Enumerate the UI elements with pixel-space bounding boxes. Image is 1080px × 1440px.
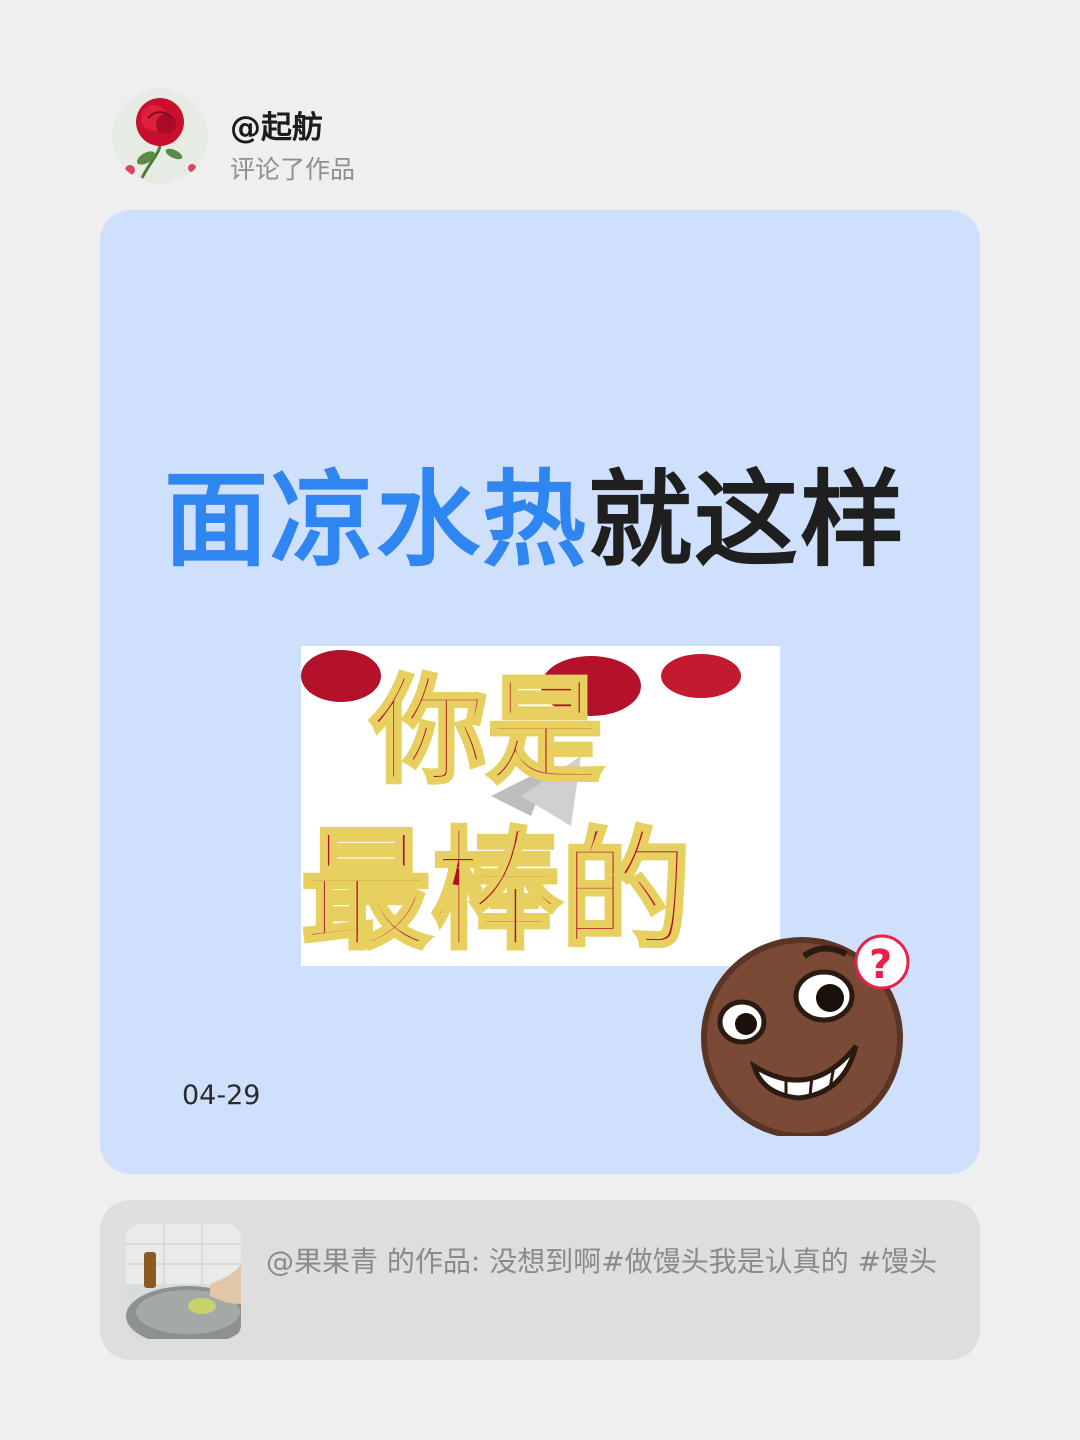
rose-avatar-icon	[112, 88, 208, 184]
grinning-question-emoji-icon: ?	[694, 926, 924, 1139]
reference-text: @果果青 的作品: 没想到啊#做馒头我是认真的 #馒头	[266, 1245, 938, 1278]
sticker-image: 你是 最棒的	[301, 646, 780, 966]
comment-date: 04-29	[182, 1080, 261, 1111]
kitchen-photo-thumbnail-icon	[126, 1224, 241, 1339]
comment-rest: 就这样	[588, 459, 907, 581]
reference-card[interactable]: @果果青 的作品: 没想到啊#做馒头我是认真的 #馒头	[100, 1200, 980, 1360]
avatar[interactable]	[112, 88, 208, 184]
sticker-line-2: 最棒的	[301, 814, 691, 966]
author-name[interactable]: @起舫	[230, 102, 323, 147]
comment-card: 面凉水热就这样 你是 最棒的 04-29 ?	[100, 210, 980, 1174]
svg-text:?: ?	[869, 942, 892, 988]
author-action: 评论了作品	[230, 155, 356, 184]
sticker-line-1: 你是	[370, 663, 603, 799]
comment-highlight: 面凉水热	[164, 459, 589, 581]
comment-text: 面凉水热就这样	[164, 436, 924, 604]
